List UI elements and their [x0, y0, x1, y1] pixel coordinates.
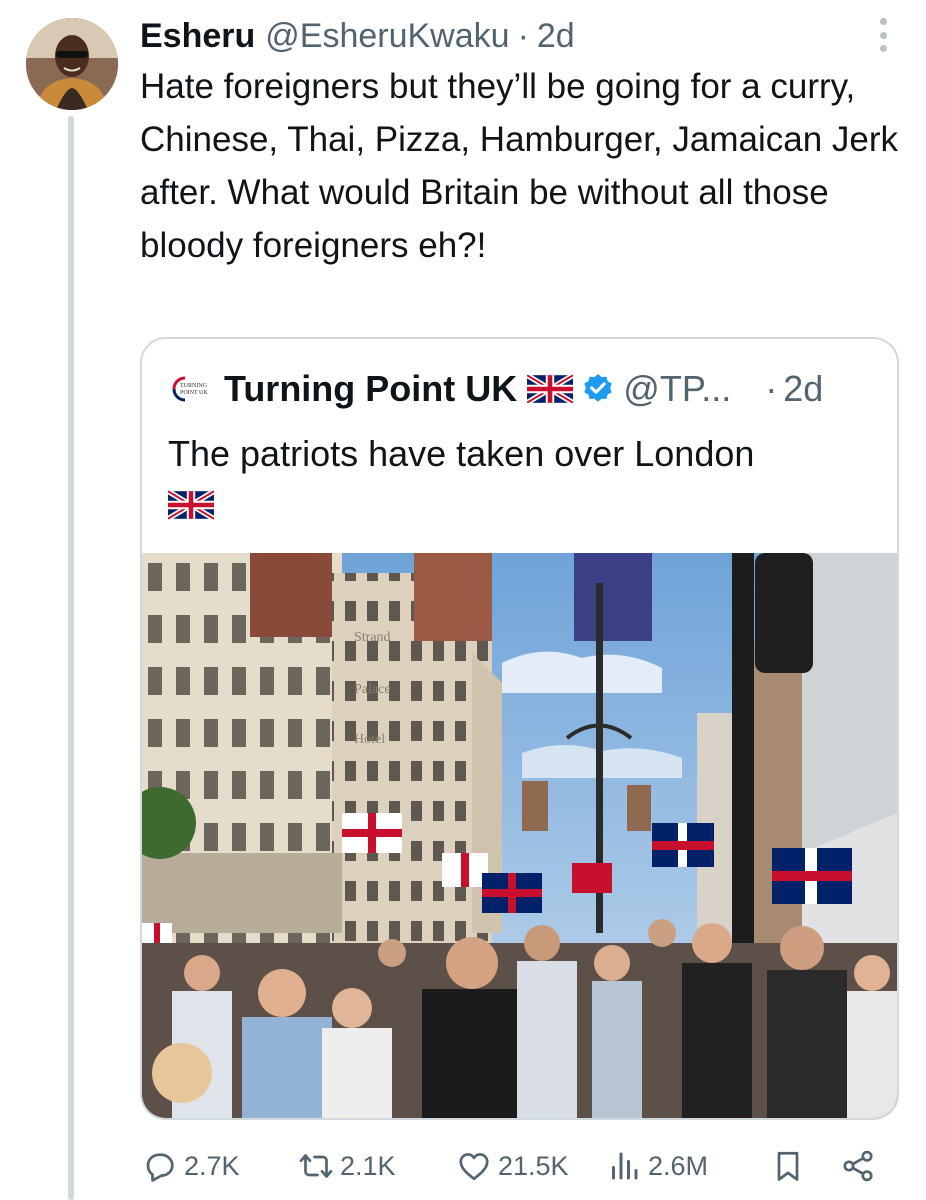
share-button[interactable]: [840, 1140, 882, 1192]
quoted-timestamp[interactable]: 2d: [783, 368, 823, 410]
tweet-text: Hate foreigners but they’ll be going for…: [140, 67, 899, 265]
retweet-button[interactable]: 2.1K: [298, 1140, 396, 1192]
quoted-handle[interactable]: @TP...: [623, 368, 731, 410]
tweet[interactable]: Esheru @EsheruKwaku · 2d Hate foreigners…: [0, 0, 926, 1200]
share-nodes-icon: [843, 1150, 873, 1182]
tweet-timestamp[interactable]: 2d: [537, 17, 575, 56]
like-button[interactable]: 21.5K: [456, 1140, 569, 1192]
turning-point-logo-icon: TURNING POINT UK: [172, 376, 208, 402]
more-options-icon[interactable]: [878, 18, 888, 52]
hotel-sign-palace: Palace: [354, 682, 391, 697]
retweet-arrows-icon: [299, 1154, 333, 1178]
quoted-tweet[interactable]: TURNING POINT UK Turning Point UK @TP...…: [140, 337, 899, 1120]
reply-count: 2.7K: [184, 1150, 240, 1181]
bookmark-button[interactable]: [770, 1140, 812, 1192]
bar-chart-icon: [612, 1152, 638, 1180]
verified-badge-icon: [584, 374, 613, 402]
author-handle[interactable]: @EsheruKwaku: [265, 17, 509, 56]
quoted-separator: ·: [765, 368, 778, 409]
logo-text-line-1: TURNING: [180, 383, 208, 389]
like-count: 21.5K: [498, 1150, 569, 1181]
views-count: 2.6M: [648, 1150, 709, 1181]
author-display-name[interactable]: Esheru: [140, 17, 255, 56]
action-bar: 2.7K 2.1K 21.5K 2.6M: [140, 1140, 910, 1192]
quoted-tweet-text: The patriots have taken over London: [168, 433, 755, 474]
hotel-sign-hotel: Hotel: [354, 732, 385, 747]
tweet-header: Esheru @EsheruKwaku · 2d: [140, 12, 866, 60]
views-button[interactable]: 2.6M: [606, 1140, 708, 1192]
hotel-sign-strand: Strand: [354, 630, 391, 645]
reply-button[interactable]: 2.7K: [142, 1140, 240, 1192]
union-jack-flag-icon: [527, 375, 574, 403]
retweet-count: 2.1K: [340, 1150, 396, 1181]
header-separator: ·: [517, 16, 529, 55]
union-jack-emoji-icon: [168, 490, 214, 520]
speech-bubble-icon: [146, 1153, 174, 1182]
thread-line: [68, 116, 74, 1200]
quoted-tweet-photo[interactable]: Strand Palace Hotel: [142, 553, 897, 1120]
author-avatar[interactable]: [26, 18, 118, 110]
heart-icon: [459, 1153, 489, 1181]
quoted-display-name[interactable]: Turning Point UK: [224, 368, 517, 410]
logo-text-line-2: POINT UK: [180, 390, 208, 396]
quoted-tweet-header: TURNING POINT UK Turning Point UK @TP...…: [168, 363, 871, 415]
bookmark-icon: [777, 1151, 799, 1181]
avatar-image: [26, 18, 118, 110]
